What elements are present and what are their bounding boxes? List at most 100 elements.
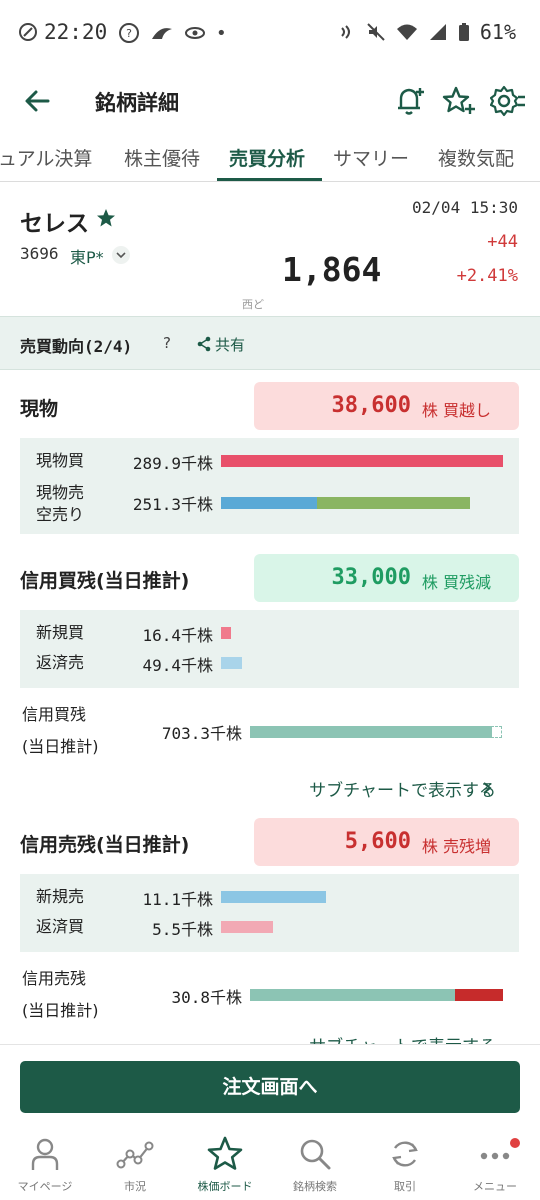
stock-info: セレス 3696 東P* 02/04 15:30 +44 1,864 +2.41… bbox=[0, 182, 540, 316]
genbutsu-net-unit: 株 買越し bbox=[421, 401, 491, 420]
tab-multi-quotes[interactable]: 複数気配 bbox=[438, 144, 514, 171]
margin-sell-title: 信用売残(当日推計) bbox=[20, 834, 190, 856]
tab-dual-earnings[interactable]: ュアル決算 bbox=[0, 144, 92, 171]
margin-buy-detail-box: 新規買 16.4千株 返済売 49.4千株 bbox=[20, 610, 519, 688]
mute-icon bbox=[367, 23, 385, 41]
genbutsu-detail-box: 現物買 289.9千株 現物売 空売り 251.3千株 bbox=[20, 438, 519, 534]
page-title: 銘柄詳細 bbox=[95, 91, 179, 115]
back-arrow-icon[interactable] bbox=[22, 86, 52, 116]
bell-plus-icon bbox=[398, 88, 424, 115]
margin-buy-balance-bar-end bbox=[491, 726, 502, 738]
bottom-nav: マイページ 市況 株価ボード 銘柄検索 取引 メニュー bbox=[0, 1126, 540, 1200]
genbutsu-buy-label: 現物買 bbox=[36, 451, 85, 470]
margin-repay-sell-bar bbox=[221, 657, 242, 669]
margin-sell-balance-increase-bar bbox=[455, 989, 503, 1001]
genbutsu-sell-value: 251.3千株 bbox=[132, 495, 213, 514]
nav-mypage-label: マイページ bbox=[17, 1180, 73, 1193]
margin-sell-change-unit: 株 売残増 bbox=[421, 837, 491, 856]
market-chart-icon bbox=[116, 1141, 154, 1169]
margin-repay-buy-bar bbox=[221, 921, 273, 933]
nav-search-label: 銘柄検索 bbox=[293, 1180, 337, 1193]
help-button[interactable]: ? bbox=[163, 334, 171, 352]
margin-buy-balance-value: 703.3千株 bbox=[161, 724, 242, 743]
nav-mypage[interactable]: マイページ bbox=[0, 1134, 90, 1194]
chevron-down-icon[interactable] bbox=[112, 246, 130, 264]
trade-trend-header: 売買動向(2/4) ? 共有 bbox=[0, 316, 540, 370]
price-change-percent: +2.41% bbox=[456, 266, 518, 286]
status-icons-right: 61% bbox=[338, 20, 516, 44]
favorite-add-button[interactable] bbox=[442, 84, 476, 118]
margin-buy-balance-sublabel: (当日推計) bbox=[22, 737, 99, 756]
stock-code: 3696 bbox=[20, 244, 59, 263]
margin-buy-change-unit: 株 買残減 bbox=[421, 573, 491, 592]
margin-new-buy-value: 16.4千株 bbox=[142, 626, 213, 645]
order-screen-button[interactable]: 注文画面へ bbox=[20, 1061, 520, 1113]
chevron-right-icon[interactable] bbox=[480, 781, 494, 795]
nav-market[interactable]: 市況 bbox=[90, 1134, 180, 1194]
margin-sell-balance-sublabel: (当日推計) bbox=[22, 1001, 99, 1020]
status-icons-left bbox=[18, 22, 38, 42]
margin-repay-buy-value: 5.5千株 bbox=[152, 920, 213, 939]
margin-buy-change-value: 33,000 bbox=[331, 565, 411, 590]
battery-percent: 61% bbox=[479, 20, 516, 44]
margin-sell-balance-bar bbox=[250, 989, 455, 1001]
svg-text:?: ? bbox=[126, 27, 132, 40]
tab-bar: ュアル決算 株主優待 売買分析 サマリー 複数気配 bbox=[0, 136, 540, 182]
margin-sell-pill: 5,600 株 売残増 bbox=[254, 818, 519, 866]
tab-trade-analysis[interactable]: 売買分析 bbox=[229, 144, 305, 171]
status-time: 22:20 bbox=[44, 20, 108, 44]
tab-active-indicator bbox=[217, 178, 322, 181]
margin-buy-title: 信用買残(当日推計) bbox=[20, 570, 190, 592]
margin-sell-detail-box: 新規売 11.1千株 返済買 5.5千株 bbox=[20, 874, 519, 952]
margin-repay-sell-label: 返済売 bbox=[36, 653, 85, 672]
margin-repay-buy-label: 返済買 bbox=[36, 917, 85, 936]
tab-shareholder-benefits[interactable]: 株主優待 bbox=[124, 144, 200, 171]
nav-stock-board[interactable]: 株価ボード bbox=[180, 1134, 270, 1194]
status-bar: 22:20 ? • 61% bbox=[0, 0, 540, 66]
nav-search[interactable]: 銘柄検索 bbox=[270, 1134, 360, 1194]
settings-button[interactable] bbox=[489, 84, 525, 118]
current-price: 1,864 bbox=[282, 250, 382, 289]
margin-buy-subchart-link[interactable]: サブチャートで表示する bbox=[309, 776, 496, 801]
genbutsu-buy-value: 289.9千株 bbox=[132, 454, 213, 473]
nav-trade[interactable]: 取引 bbox=[360, 1134, 450, 1194]
genbutsu-short-bar bbox=[317, 497, 470, 509]
nav-trade-label: 取引 bbox=[394, 1180, 416, 1193]
eye-icon bbox=[185, 27, 205, 39]
genbutsu-buy-bar bbox=[221, 455, 503, 467]
market-selector[interactable]: 東P* bbox=[70, 244, 104, 268]
margin-sell-balance-value: 30.8千株 bbox=[171, 988, 242, 1007]
tab-summary[interactable]: サマリー bbox=[333, 144, 409, 171]
header-actions bbox=[394, 84, 525, 118]
margin-sell-balance-label: 信用売残 bbox=[22, 969, 87, 988]
alert-add-button[interactable] bbox=[394, 84, 428, 118]
price-change: +44 bbox=[487, 232, 518, 252]
star-board-icon bbox=[207, 1136, 243, 1170]
trend-title: 売買動向(2/4) bbox=[20, 337, 133, 356]
app-header: 銘柄詳細 bbox=[0, 72, 540, 130]
nav-stock-board-label: 株価ボード bbox=[197, 1180, 253, 1193]
margin-buy-pill: 33,000 株 買残減 bbox=[254, 554, 519, 602]
quote-datetime: 02/04 15:30 bbox=[412, 198, 518, 217]
dot-icon: • bbox=[216, 22, 227, 44]
wifi-icon bbox=[396, 24, 417, 40]
genbutsu-title: 現物 bbox=[20, 398, 59, 420]
person-icon bbox=[31, 1138, 59, 1170]
nav-menu[interactable]: メニュー bbox=[450, 1134, 540, 1194]
margin-buy-balance-label: 信用買残 bbox=[22, 705, 87, 724]
margin-new-buy-label: 新規買 bbox=[36, 623, 85, 642]
search-icon bbox=[300, 1139, 331, 1170]
battery-icon bbox=[458, 23, 469, 41]
share-label: 共有 bbox=[215, 336, 246, 354]
order-button-bar: 注文画面へ bbox=[0, 1044, 540, 1126]
margin-repay-sell-value: 49.4千株 bbox=[142, 656, 213, 675]
genbutsu-sell-bar bbox=[221, 497, 317, 509]
favorite-star-icon[interactable] bbox=[96, 208, 116, 228]
star-plus-icon bbox=[442, 86, 475, 114]
margin-new-sell-value: 11.1千株 bbox=[142, 890, 213, 909]
margin-new-sell-bar bbox=[221, 891, 326, 903]
bird-icon bbox=[152, 28, 172, 39]
margin-sell-change-value: 5,600 bbox=[344, 829, 411, 854]
share-button[interactable]: 共有 bbox=[196, 334, 245, 355]
nfc-icon bbox=[341, 25, 350, 39]
